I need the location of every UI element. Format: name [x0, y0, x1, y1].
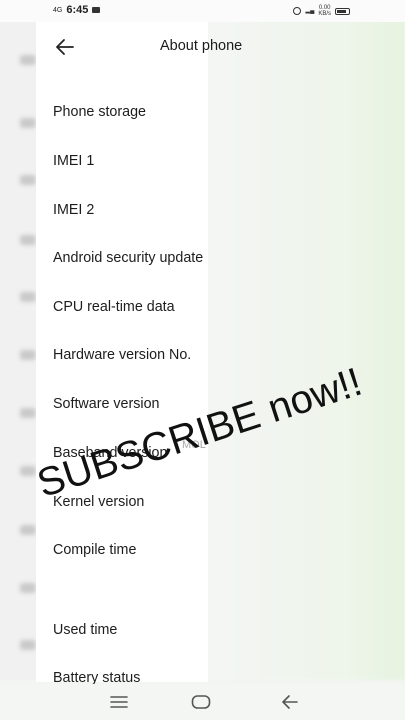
menu-item-software-version[interactable]: Software version [53, 396, 208, 412]
menu-item-used-time[interactable]: Used time [53, 622, 208, 638]
navigation-bar [0, 684, 405, 720]
background-blur-mark [20, 175, 36, 185]
home-icon[interactable] [190, 692, 212, 712]
menu-item-cpu-real-time-data[interactable]: CPU real-time data [53, 299, 208, 315]
menu-item-imei-1[interactable]: IMEI 1 [53, 153, 208, 169]
recent-apps-icon[interactable] [108, 692, 130, 712]
background-blur-mark [20, 55, 36, 65]
background-app-panel [205, 20, 405, 680]
network-speed-unit: KB/s [318, 11, 331, 17]
menu-item-phone-storage[interactable]: Phone storage [53, 104, 208, 120]
menu-item-imei-2[interactable]: IMEI 2 [53, 202, 208, 218]
background-blur-mark [20, 235, 36, 245]
background-blur-mark [20, 408, 36, 418]
network-indicator: 4G [53, 6, 63, 14]
back-arrow-icon[interactable] [54, 36, 76, 58]
background-blur-mark [20, 350, 36, 360]
background-blur-mark [20, 292, 36, 302]
page-title: About phone [160, 38, 243, 54]
background-blur-mark [20, 118, 36, 128]
battery-icon [335, 7, 350, 15]
clock: 6:45 [66, 4, 89, 16]
menu-item-hardware-version[interactable]: Hardware version No. [53, 347, 208, 363]
background-blur-mark [20, 640, 36, 650]
video-record-icon [92, 7, 101, 13]
background-blur-mark [20, 583, 36, 593]
menu-item-compile-time[interactable]: Compile time [53, 542, 208, 558]
alarm-icon [293, 7, 302, 15]
signal-icon: ▂▄ [305, 8, 315, 14]
status-bar: 4G 6:45 ▂▄ 0.00 KB/s [0, 0, 405, 22]
nav-back-icon[interactable] [279, 692, 301, 712]
menu-item-battery-status[interactable]: Battery status [53, 670, 208, 684]
menu-item-android-security-update[interactable]: Android security update [53, 250, 208, 266]
background-blur-mark [20, 525, 36, 535]
